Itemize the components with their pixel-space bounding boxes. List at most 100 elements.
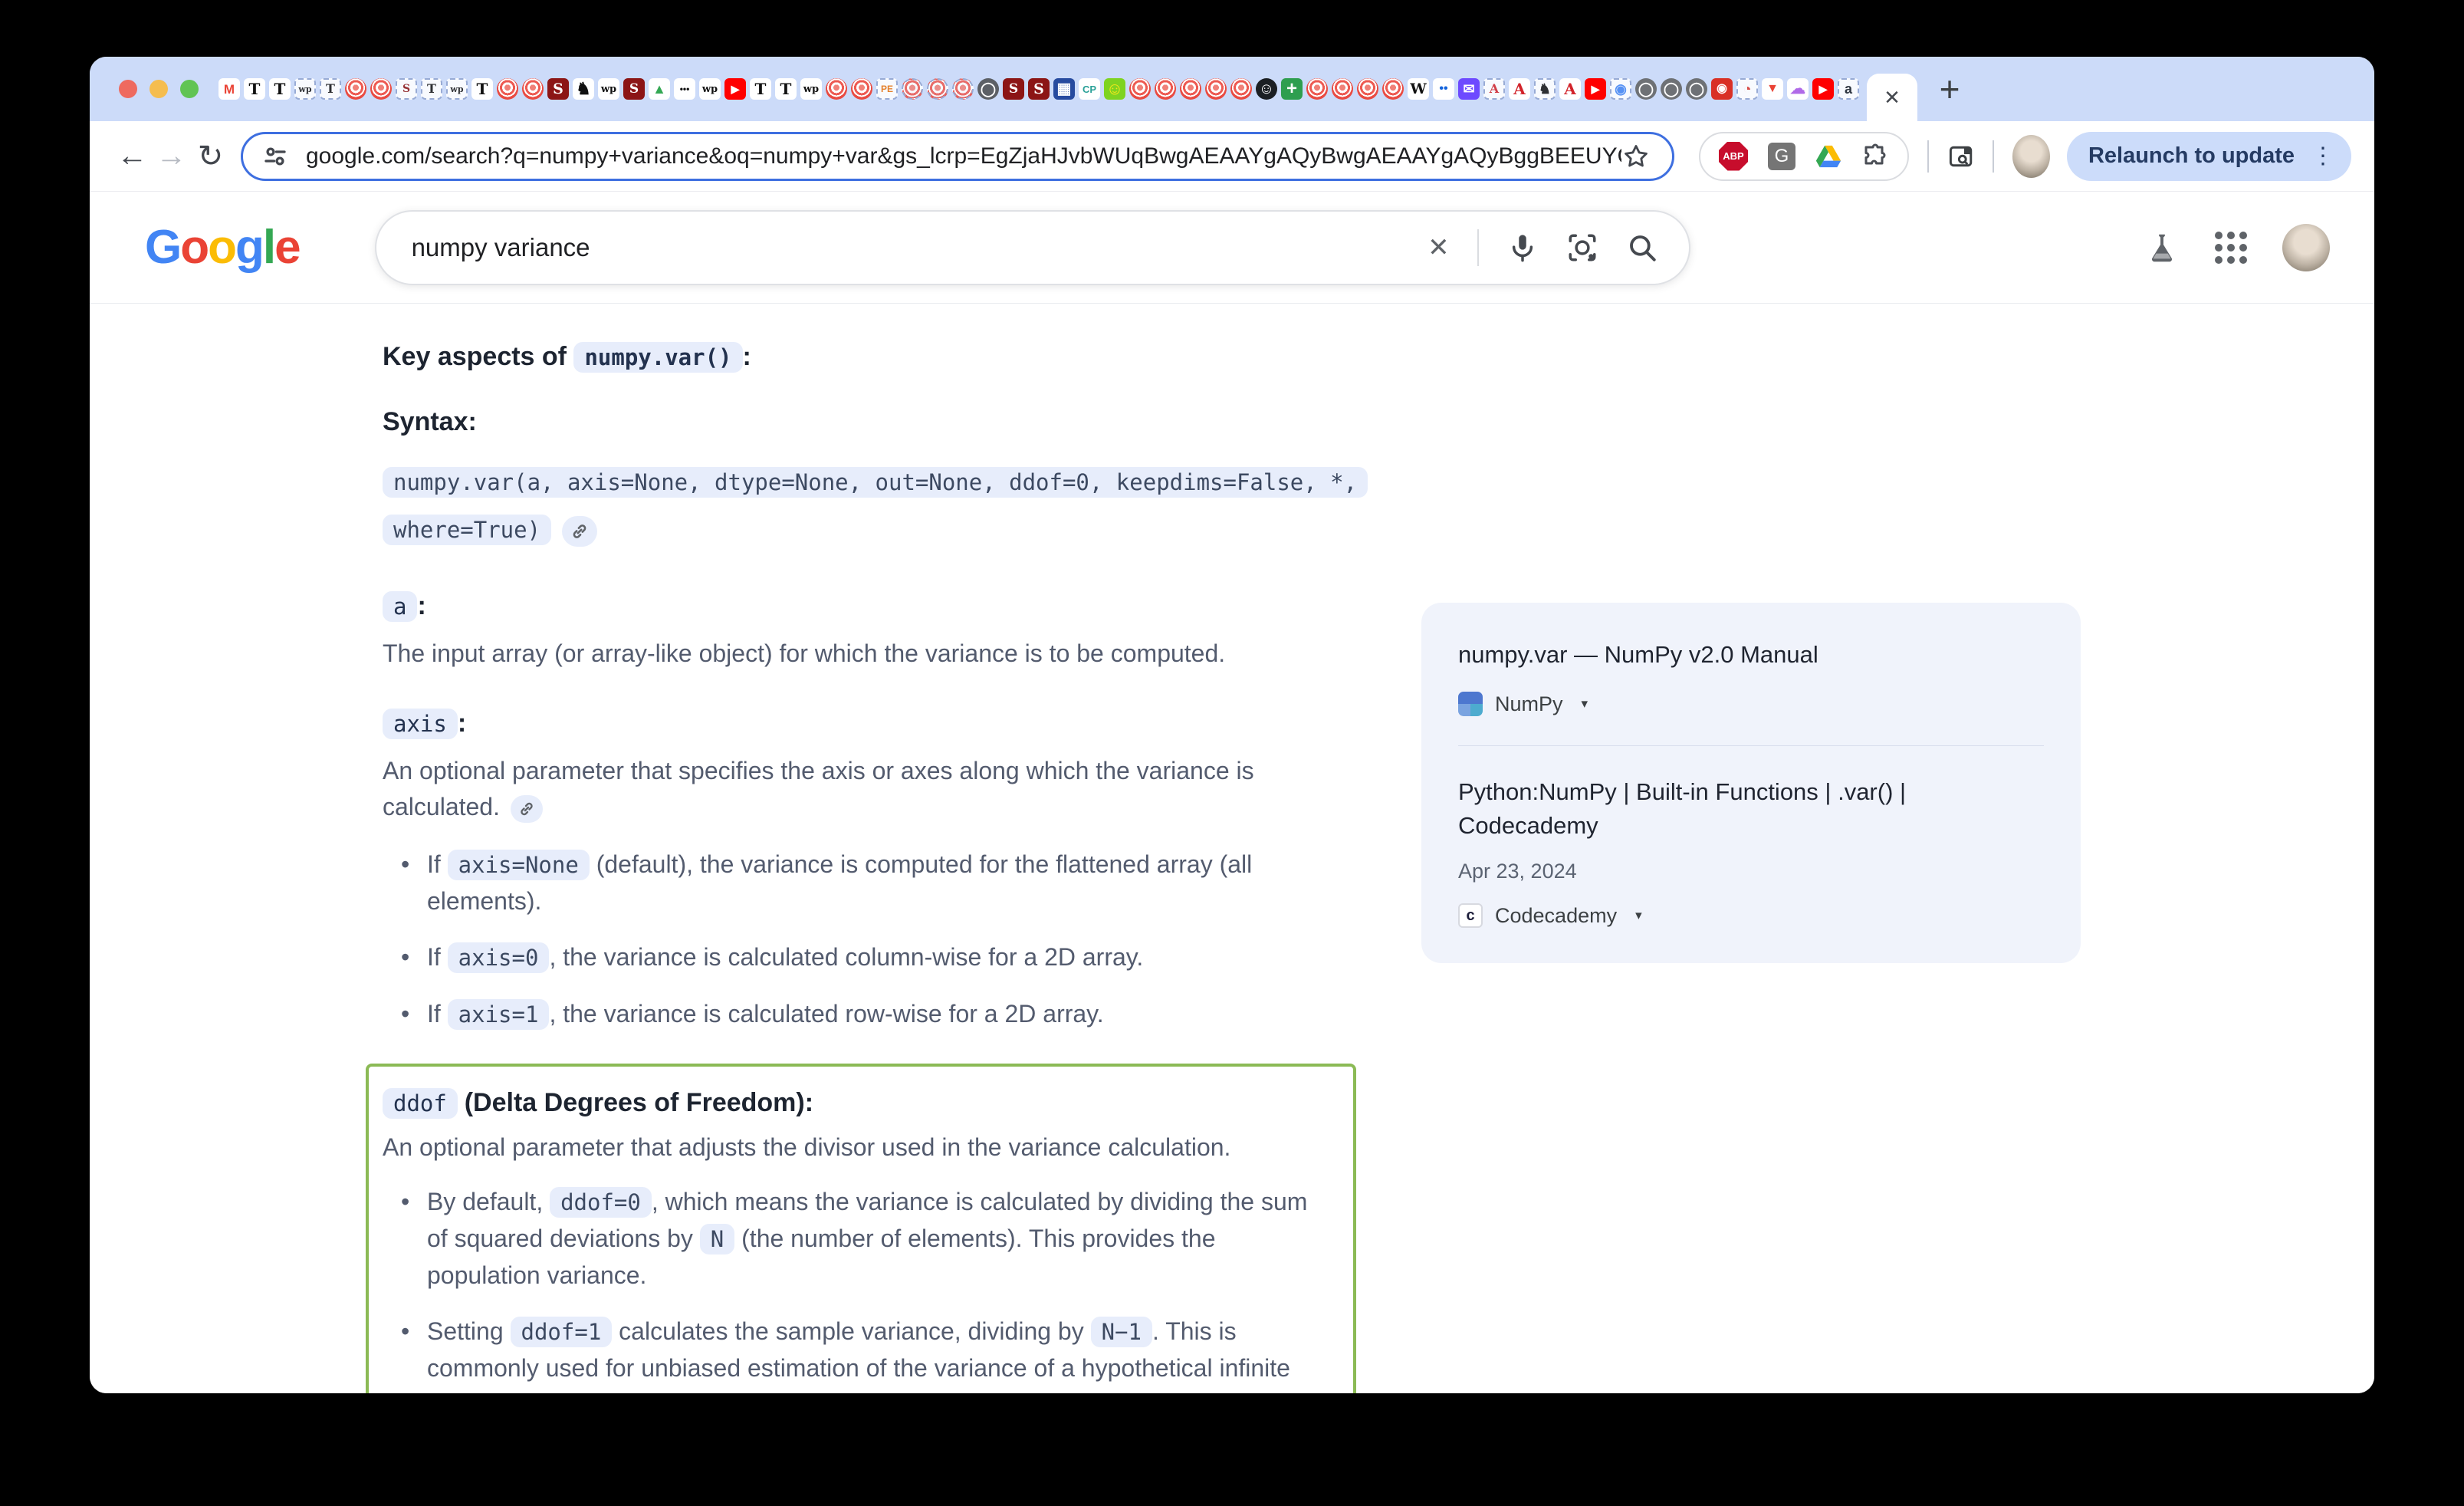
chevron-down-icon[interactable]: ▾ (1635, 908, 1642, 923)
nyt-icon[interactable]: T (775, 78, 797, 100)
google-drive-icon[interactable] (1815, 144, 1841, 169)
globe-grey-icon[interactable]: ◯ (1686, 78, 1707, 100)
red-spiral-loading-icon[interactable] (927, 78, 948, 100)
adblock-plus-icon[interactable]: ABP (1719, 141, 1748, 171)
green-plus-icon[interactable]: + (1281, 78, 1303, 100)
wapo-icon[interactable]: wp (699, 78, 721, 100)
ellipsis-icon[interactable]: ••• (674, 78, 695, 100)
pe-icon[interactable]: PE (876, 78, 898, 100)
smiley-icon[interactable]: ☺ (1104, 78, 1125, 100)
new-tab-button[interactable]: + (1928, 67, 1971, 110)
map-pin-icon[interactable]: ◉ (1711, 78, 1733, 100)
nyt-icon[interactable]: T (269, 78, 291, 100)
wapo-loading-icon[interactable]: wp (294, 78, 316, 100)
amazon-loading-icon[interactable]: a (1838, 78, 1859, 100)
gmail-icon[interactable]: M (218, 78, 240, 100)
stanford-icon[interactable]: S (547, 78, 569, 100)
back-button[interactable]: ← (113, 139, 152, 173)
minimize-window-button[interactable] (149, 80, 168, 98)
source-link-icon[interactable] (562, 515, 598, 547)
red-spiral-icon[interactable] (1306, 78, 1328, 100)
clear-search-icon[interactable]: ✕ (1427, 232, 1450, 263)
account-avatar[interactable] (2282, 223, 2330, 271)
active-tab[interactable]: ✕ (1867, 74, 1917, 121)
google-apps-grid-icon[interactable] (2215, 231, 2247, 264)
window-grid-icon[interactable]: ▦ (1053, 78, 1075, 100)
red-spiral-icon[interactable] (1332, 78, 1353, 100)
extensions-puzzle-icon[interactable] (1861, 143, 1889, 170)
nyt-loading-icon[interactable]: T (320, 78, 341, 100)
globe-grey-icon[interactable]: ◯ (1635, 78, 1657, 100)
chrome-menu-icon[interactable]: ⋮ (2305, 143, 2341, 169)
source-row[interactable]: NumPy ▾ (1458, 692, 2044, 716)
atlantic-icon[interactable]: A (1509, 78, 1530, 100)
globe-dark-icon[interactable]: ◯ (977, 78, 999, 100)
stanford-icon[interactable]: S (1028, 78, 1050, 100)
search-side-panel-icon[interactable] (1947, 141, 1974, 172)
github-icon[interactable]: ☺ (1256, 78, 1277, 100)
atlantic-icon[interactable]: A (1559, 78, 1581, 100)
atlantic-loading-icon[interactable]: A (1483, 78, 1505, 100)
nyt-icon[interactable]: T (244, 78, 265, 100)
nyt-loading-icon[interactable]: T (421, 78, 442, 100)
red-spiral-loading-icon[interactable] (952, 78, 974, 100)
address-bar[interactable]: google.com/search?q=numpy+variance&oq=nu… (241, 131, 1674, 181)
stanford-alumni-icon[interactable]: S (623, 78, 645, 100)
google-lens-icon[interactable] (1566, 232, 1598, 264)
g-extension-icon[interactable]: G (1768, 142, 1795, 170)
red-spiral-icon[interactable] (826, 78, 847, 100)
source-link-icon[interactable] (510, 794, 543, 823)
globe-grey-icon[interactable]: ◯ (1661, 78, 1682, 100)
chevron-down-icon[interactable]: ▾ (1582, 696, 1588, 712)
source-result-title[interactable]: Python:NumPy | Built-in Functions | .var… (1458, 775, 1949, 843)
red-spiral-icon[interactable] (1230, 78, 1252, 100)
cloud-icon[interactable]: ☁ (1787, 78, 1809, 100)
red-spiral-icon[interactable] (345, 78, 366, 100)
red-spiral-icon[interactable] (1155, 78, 1176, 100)
relaunch-to-update-button[interactable]: Relaunch to update ⋮ (2066, 131, 2352, 181)
red-spiral-icon[interactable] (497, 78, 518, 100)
zoom-window-button[interactable] (180, 80, 199, 98)
wikipedia-icon[interactable]: W (1408, 78, 1429, 100)
red-spiral-icon[interactable] (1129, 78, 1151, 100)
flickr-icon[interactable]: •• (1433, 78, 1454, 100)
youtube-icon[interactable]: ▶ (1585, 78, 1606, 100)
wapo-icon[interactable]: wp (800, 78, 822, 100)
new-yorker-icon[interactable]: ♞ (573, 78, 594, 100)
calpoly-icon[interactable]: CP (1079, 78, 1100, 100)
profile-avatar[interactable] (2012, 134, 2050, 178)
stanford-loading-icon[interactable]: S (396, 78, 417, 100)
red-spiral-icon[interactable] (1382, 78, 1404, 100)
spiral-blue-loading-icon[interactable]: ◉ (1610, 78, 1631, 100)
red-spiral-loading-icon[interactable] (902, 78, 923, 100)
search-magnifier-icon[interactable] (1626, 232, 1658, 264)
google-maps-icon[interactable]: ▼ (1762, 78, 1783, 100)
google-logo[interactable]: Google (145, 220, 301, 275)
google-drive-icon[interactable]: ▲ (649, 78, 670, 100)
bookmark-star-icon[interactable] (1621, 142, 1651, 171)
stanford-alumni-icon[interactable]: S (1003, 78, 1024, 100)
wapo-icon[interactable]: wp (598, 78, 619, 100)
nyt-icon[interactable]: T (471, 78, 493, 100)
red-spiral-icon[interactable] (1205, 78, 1227, 100)
source-result-title[interactable]: numpy.var — NumPy v2.0 Manual (1458, 638, 2044, 672)
site-settings-icon[interactable] (261, 143, 289, 170)
new-yorker-loading-icon[interactable]: ♞ (1534, 78, 1556, 100)
wapo-loading-icon[interactable]: wp (446, 78, 468, 100)
search-input[interactable]: numpy variance (412, 233, 1428, 262)
red-spiral-icon[interactable] (1357, 78, 1378, 100)
compass-loading-icon[interactable]: ◔ (1736, 78, 1758, 100)
red-spiral-icon[interactable] (522, 78, 544, 100)
red-spiral-icon[interactable] (851, 78, 872, 100)
url-text[interactable]: google.com/search?q=numpy+variance&oq=nu… (306, 143, 1621, 169)
source-row[interactable]: c Codecademy ▾ (1458, 903, 2044, 928)
red-spiral-icon[interactable] (1180, 78, 1201, 100)
nyt-icon[interactable]: T (750, 78, 771, 100)
youtube-icon[interactable]: ▶ (724, 78, 746, 100)
search-box[interactable]: numpy variance ✕ (374, 209, 1690, 285)
proton-mail-icon[interactable]: ✉ (1458, 78, 1480, 100)
voice-search-icon[interactable] (1506, 232, 1539, 264)
close-tab-icon[interactable]: ✕ (1884, 86, 1901, 110)
close-window-button[interactable] (119, 80, 137, 98)
labs-flask-icon[interactable] (2144, 230, 2180, 265)
